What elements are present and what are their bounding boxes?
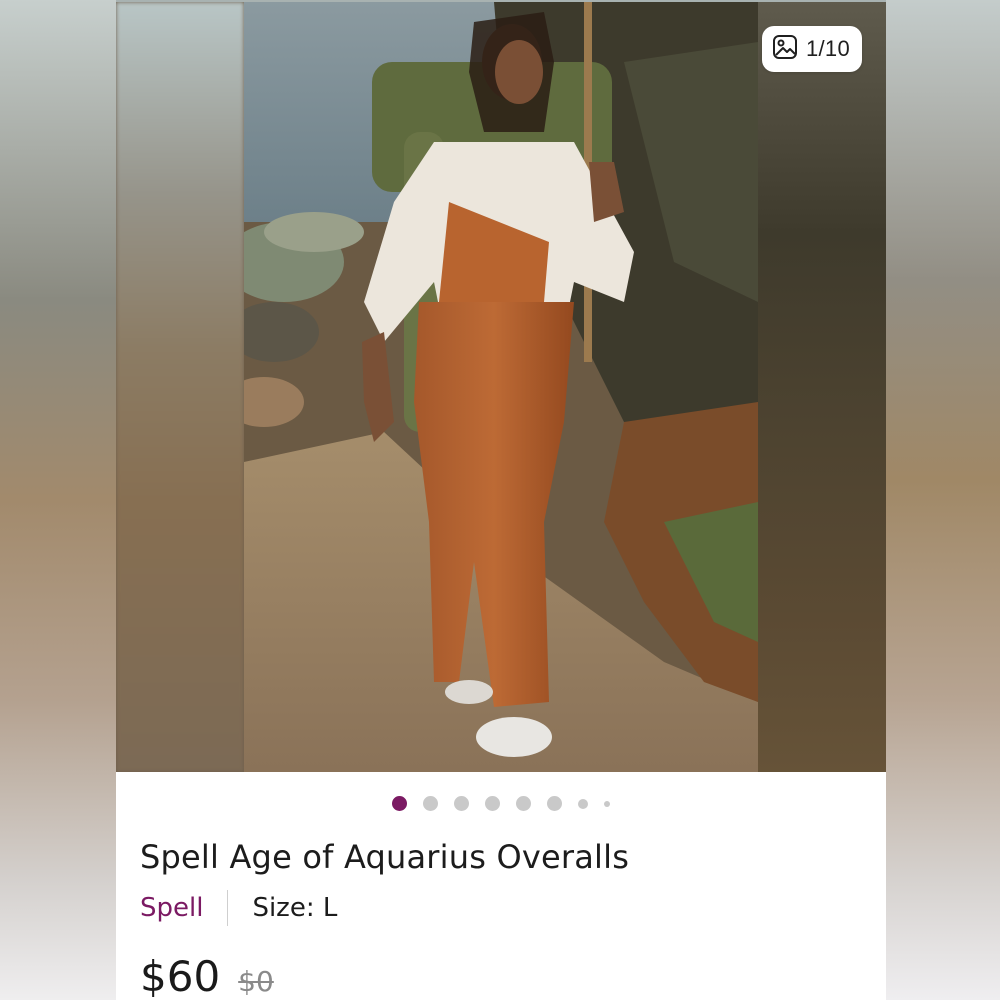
pagination-dot[interactable] <box>516 796 531 811</box>
image-gallery-icon <box>772 34 798 64</box>
pagination-dot[interactable] <box>485 796 500 811</box>
meta-divider <box>227 890 229 926</box>
pagination-dot[interactable] <box>604 800 610 807</box>
background-blur-right <box>886 0 1000 1000</box>
product-photo[interactable] <box>244 2 758 772</box>
size-label: Size: L <box>252 893 338 923</box>
pagination-dot[interactable] <box>547 796 562 811</box>
carousel-blur-right <box>758 2 886 772</box>
carousel-pagination <box>116 796 886 811</box>
image-counter-text: 1/10 <box>805 36 850 61</box>
listing-meta: Spell Size: L <box>140 888 337 928</box>
carousel-blur-left <box>116 2 244 772</box>
background-blur-left <box>0 0 116 1000</box>
listing-title: Spell Age of Aquarius Overalls <box>140 838 630 876</box>
price-row: $60 $0 <box>140 952 274 1000</box>
pagination-dot[interactable] <box>423 796 438 811</box>
image-counter-badge: 1/10 <box>761 26 862 72</box>
pagination-dot[interactable] <box>454 796 469 811</box>
original-price: $0 <box>238 965 274 998</box>
pagination-dot-active[interactable] <box>392 796 407 811</box>
brand-link[interactable]: Spell <box>140 893 203 923</box>
image-carousel[interactable]: 1/10 <box>116 2 886 772</box>
price: $60 <box>140 952 221 1000</box>
pagination-dot[interactable] <box>578 798 588 809</box>
listing-card: 1/10 Spell Age of Aquarius Overalls Spel… <box>116 2 886 1000</box>
